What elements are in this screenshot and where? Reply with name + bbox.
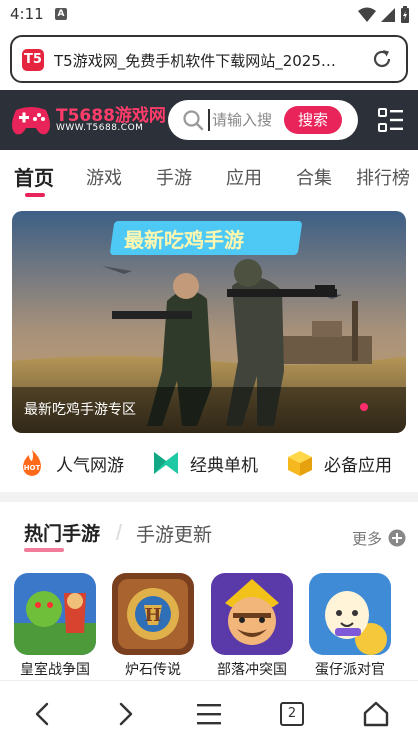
reload-icon[interactable] (370, 47, 394, 71)
hot-games-header: 热门手游 手游更新 更多 (0, 502, 418, 560)
notification-icon: A (55, 8, 67, 20)
active-section-indicator (24, 548, 64, 552)
more-link[interactable]: 更多 (352, 528, 382, 549)
search-icon (183, 110, 204, 131)
tab-games[interactable]: 游戏 (86, 164, 122, 190)
site-logo[interactable]: T5688游戏网 WWW.T5688.COM (10, 99, 166, 141)
tabs-button[interactable]: 2 (278, 699, 308, 729)
wifi-icon (358, 7, 376, 22)
cube-icon (288, 451, 312, 476)
hot-games-list: 皇室战争国 H 炉石传说 部落冲突国 蛋仔派对官 (0, 570, 418, 680)
menu-icon[interactable] (378, 107, 404, 133)
bookmark-icon (154, 452, 178, 474)
search-button[interactable]: 搜索 (284, 106, 342, 134)
game-item[interactable]: 皇室战争国 (14, 573, 96, 679)
banner-caption: 最新吃鸡手游专区 (24, 402, 136, 418)
game-name: 炉石传说 (125, 662, 181, 678)
quick-links: HOT 人气网游 经典单机 必备应用 (0, 440, 418, 486)
tabs-icon: 2 (280, 702, 304, 726)
address-bar[interactable]: T5 T5游戏网_免费手机软件下载网站_2025… (10, 35, 408, 83)
site-favicon-icon: T5 (22, 49, 44, 71)
game-item[interactable]: 蛋仔派对官 (309, 573, 391, 679)
hot-fire-icon: HOT (23, 450, 41, 476)
plus-circle-icon[interactable] (388, 529, 406, 547)
svg-text:H: H (144, 605, 161, 626)
back-icon[interactable] (28, 699, 58, 729)
tab-hot-games[interactable]: 热门手游 (24, 519, 100, 546)
tab-count: 2 (287, 706, 297, 721)
game-name: 蛋仔派对官 (315, 662, 385, 678)
eggy-party-icon (309, 573, 391, 655)
home-icon[interactable] (361, 699, 391, 729)
tab-home[interactable]: 首页 (14, 162, 54, 191)
quick-link-label: 经典单机 (190, 455, 258, 476)
section-separator (115, 524, 123, 540)
browser-toolbar: T5 T5游戏网_免费手机软件下载网站_2025… (0, 28, 418, 90)
game-name: 皇室战争国 (20, 662, 90, 678)
game-item[interactable]: 部落冲突国 (211, 573, 293, 679)
banner-carousel[interactable]: 最新吃鸡手游 最新吃鸡手游专区 (12, 211, 406, 433)
search-box: 搜索 (168, 100, 358, 140)
tab-rankings[interactable]: 排行榜 (356, 164, 410, 190)
game-item[interactable]: H 炉石传说 (112, 573, 194, 679)
status-bar: 4:11 A (0, 0, 418, 28)
section-divider (0, 492, 418, 502)
quick-link-essential-apps[interactable]: 必备应用 (286, 448, 392, 478)
status-time: 4:11 (10, 5, 44, 23)
address-text[interactable]: T5游戏网_免费手机软件下载网站_2025… (54, 50, 364, 71)
site-header: T5688游戏网 WWW.T5688.COM 搜索 (0, 90, 418, 150)
forward-icon[interactable] (110, 699, 140, 729)
menu-lines-icon[interactable] (194, 699, 224, 729)
game-name: 部落冲突国 (217, 662, 287, 678)
active-tab-indicator (25, 193, 45, 197)
gamepad-logo-icon (12, 107, 50, 135)
quick-link-online-games[interactable]: HOT 人气网游 (18, 448, 124, 478)
status-icons (358, 6, 410, 24)
category-tabs: 首页 游戏 手游 应用 合集 排行榜 (0, 150, 418, 204)
tab-apps[interactable]: 应用 (226, 164, 262, 190)
signal-icon (381, 8, 395, 22)
tab-mobile-games[interactable]: 手游 (156, 164, 192, 190)
quick-link-label: 必备应用 (324, 455, 392, 476)
quick-link-label: 人气网游 (56, 455, 124, 476)
browser-bottom-nav: 2 (0, 680, 418, 744)
quick-link-single-player[interactable]: 经典单机 (152, 448, 258, 478)
logo-url: WWW.T5688.COM (56, 123, 144, 133)
tab-collections[interactable]: 合集 (296, 164, 332, 190)
carousel-indicator-dot[interactable] (360, 403, 368, 411)
battery-icon (401, 6, 409, 23)
hearthstone-icon: H (112, 573, 194, 655)
clash-royale-icon (14, 573, 96, 655)
banner-title: 最新吃鸡手游 (124, 228, 244, 252)
svg-text:HOT: HOT (24, 464, 41, 472)
search-input[interactable] (208, 109, 282, 131)
clash-of-clans-icon (211, 573, 293, 655)
tab-game-updates[interactable]: 手游更新 (136, 520, 212, 547)
